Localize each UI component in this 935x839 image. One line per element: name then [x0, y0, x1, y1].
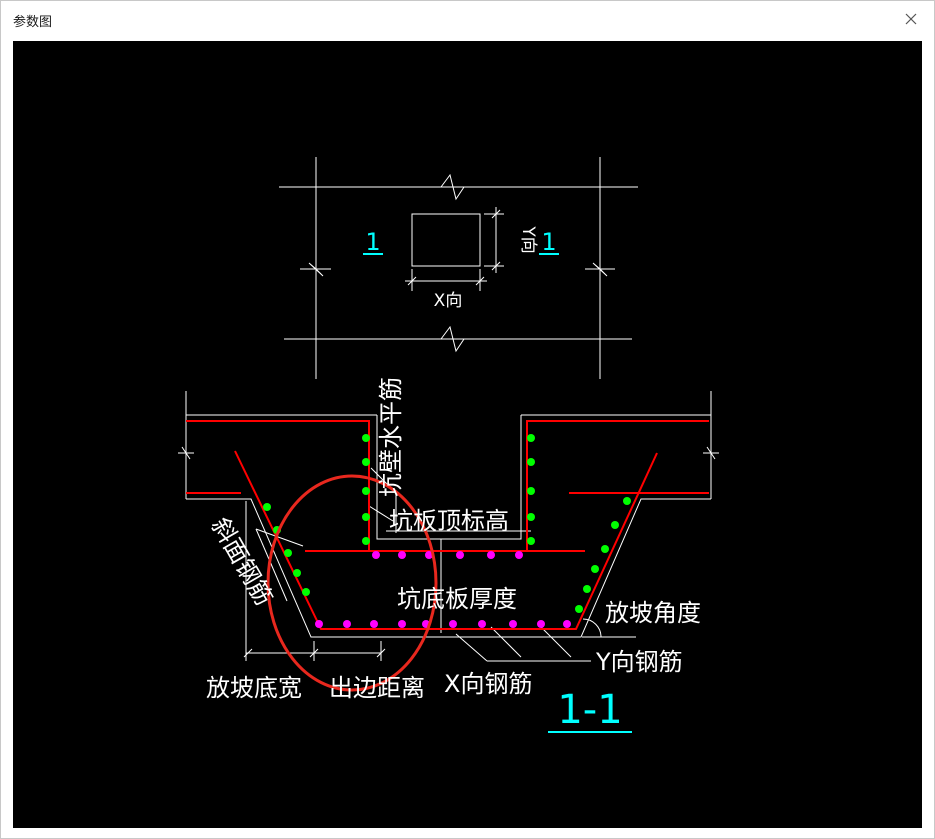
- parameter-diagram: 1 1 X向 Y向 坑壁水平筋 坑板顶标高 坑底板厚度 放坡角度 斜面钢筋 放坡…: [178, 157, 719, 733]
- window-title: 参数图: [13, 15, 53, 30]
- dialog-window: 参数图 1 1 X向 Y向 坑壁水平筋 坑板顶标高 坑底板厚度 放坡角度 斜面钢…: [0, 0, 935, 839]
- y-direction-label: Y向: [518, 225, 538, 253]
- title-bar: 参数图: [1, 1, 934, 39]
- x-direction-label: X向: [434, 291, 463, 311]
- top-elevation-label: 坑板顶标高: [389, 507, 509, 535]
- section-title: 1-1: [557, 687, 622, 733]
- slope-bottom-width-label: 放坡底宽: [206, 674, 302, 702]
- bottom-thickness-label: 坑底板厚度: [397, 585, 517, 613]
- close-icon[interactable]: [900, 8, 922, 30]
- edge-distance-label: 出边距离: [329, 674, 425, 702]
- wall-horizontal-rebar-label: 坑壁水平筋: [377, 377, 405, 497]
- section-mark-right: 1: [541, 228, 556, 256]
- slope-rebar-label: 斜面钢筋: [206, 513, 278, 610]
- x-rebar-label: X向钢筋: [444, 670, 532, 698]
- parameter-diagram-canvas: 1 1 X向 Y向 坑壁水平筋 坑板顶标高 坑底板厚度 放坡角度 斜面钢筋 放坡…: [13, 41, 922, 828]
- slope-angle-label: 放坡角度: [605, 599, 701, 627]
- section-mark-left: 1: [365, 228, 380, 256]
- plan-view: [279, 157, 638, 379]
- y-rebar-label: Y向钢筋: [595, 648, 683, 676]
